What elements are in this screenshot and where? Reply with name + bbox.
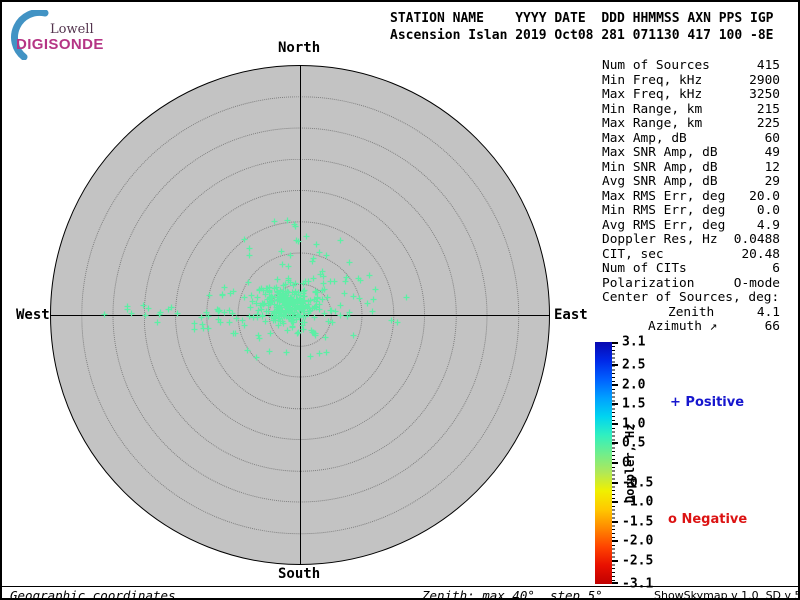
stat-label: CIT, sec — [602, 248, 741, 263]
stat-row: Max Freq, kHz3250 — [602, 88, 780, 103]
colorbar-tick — [612, 384, 618, 386]
stat-label: Avg RMS Err, deg — [602, 219, 757, 234]
stat-label: Max RMS Err, deg — [602, 190, 749, 205]
stat-row: Avg RMS Err, deg4.9 — [602, 219, 780, 234]
stats-panel: Num of Sources415Min Freq, kHz2900Max Fr… — [602, 59, 780, 335]
colorbar-tick-label: -2.0 — [622, 534, 653, 549]
stat-value: 4.1 — [757, 306, 780, 321]
colorbar-tick — [612, 462, 618, 464]
stat-row: Num of Sources415 — [602, 59, 780, 74]
colorbar-tick — [612, 442, 618, 444]
colorbar-tick — [612, 501, 618, 503]
stat-value: 2900 — [749, 74, 780, 89]
logo-digisonde-text: DIGISONDE — [16, 36, 104, 53]
stat-value: 29 — [765, 175, 780, 190]
logo-lowell-text: Lowell — [50, 22, 94, 37]
stat-row: Min RMS Err, deg0.0 — [602, 204, 780, 219]
stat-label: Avg SNR Amp, dB — [602, 175, 765, 190]
version-note: ShowSkymap v 1.0 SD v 5.1 — [654, 589, 800, 600]
source-scatter — [50, 65, 550, 565]
header-values-line: Ascension Islan 2019 Oct08 281 071130 41… — [390, 28, 774, 43]
stat-row: Min Range, km215 — [602, 103, 780, 118]
colorbar-tick-label: -2.5 — [622, 553, 653, 568]
stat-row: Max RMS Err, deg20.0 — [602, 190, 780, 205]
colorbar-tick — [612, 423, 618, 425]
colorbar-title: Doppler, Hz — [623, 406, 637, 520]
compass-south-label: South — [278, 566, 320, 582]
center-of-sources-header: Center of Sources, deg: — [602, 291, 780, 306]
stat-row: Azimuth ↗66 — [602, 320, 780, 335]
stat-row: Num of CITs6 — [602, 262, 780, 277]
stat-value: 225 — [757, 117, 780, 132]
stat-label: Max SNR Amp, dB — [602, 146, 765, 161]
skymap-window: Lowell DIGISONDE STATION NAME YYYY DATE … — [0, 0, 800, 600]
doppler-colorbar: 3.12.52.01.51.00.50-0.5-1.0-1.5-2.0-2.5-… — [595, 342, 612, 584]
stat-value: 0.0488 — [734, 233, 780, 248]
stats-rows: Num of Sources415Min Freq, kHz2900Max Fr… — [602, 59, 780, 291]
stat-value: 215 — [757, 103, 780, 118]
stat-value: 12 — [765, 161, 780, 176]
colorbar-tick-label: 2.0 — [622, 377, 645, 392]
stat-value: 3250 — [749, 88, 780, 103]
stat-value: 60 — [765, 132, 780, 147]
colorbar-tick — [612, 364, 618, 366]
stat-label: Polarization — [602, 277, 734, 292]
stat-value: 20.0 — [749, 190, 780, 205]
stat-value: O-mode — [734, 277, 780, 292]
colorbar-tick — [612, 482, 618, 484]
stat-row: Max Amp, dB60 — [602, 132, 780, 147]
source-markers — [102, 218, 410, 361]
stat-row: Doppler Res, Hz0.0488 — [602, 233, 780, 248]
legend-negative: o Negative — [668, 512, 747, 527]
stat-row: Min SNR Amp, dB12 — [602, 161, 780, 176]
skymap-plot — [50, 65, 550, 565]
center-of-sources-rows: Zenith4.1Azimuth ↗66 — [602, 306, 780, 335]
colorbar-tick — [612, 582, 618, 584]
stat-value: 6 — [772, 262, 780, 277]
stat-label: Max Freq, kHz — [602, 88, 749, 103]
footer-bar: Geographic coordinates Zenith: max 40° s… — [2, 586, 798, 600]
compass-north-label: North — [278, 40, 320, 56]
stat-row: Max Range, km225 — [602, 117, 780, 132]
stat-label: Azimuth ↗ — [602, 320, 765, 335]
colorbar-tick-label: 3.1 — [622, 335, 645, 350]
colorbar-tick — [612, 342, 618, 344]
colorbar-tick-label: 2.5 — [622, 358, 645, 373]
stat-value: 66 — [765, 320, 780, 335]
stat-label: Num of Sources — [602, 59, 757, 74]
stat-value: 4.9 — [757, 219, 780, 234]
colorbar-tick — [612, 560, 618, 562]
zenith-range-note: Zenith: max 40° step 5° — [422, 588, 603, 600]
stat-row: Min Freq, kHz2900 — [602, 74, 780, 89]
colorbar-tick — [612, 540, 618, 542]
stat-label: Min Freq, kHz — [602, 74, 749, 89]
colorbar-tick — [612, 521, 618, 523]
stat-row: Zenith4.1 — [602, 306, 780, 321]
compass-east-label: East — [554, 307, 588, 323]
stat-value: 0.0 — [757, 204, 780, 219]
compass-west-label: West — [16, 307, 50, 323]
lowell-digisonde-logo: Lowell DIGISONDE — [10, 8, 160, 54]
header-columns-line: STATION NAME YYYY DATE DDD HHMMSS AXN PP… — [390, 11, 774, 26]
stat-row: CIT, sec20.48 — [602, 248, 780, 263]
stat-label: Num of CITs — [602, 262, 772, 277]
stat-row: PolarizationO-mode — [602, 277, 780, 292]
station-header: STATION NAME YYYY DATE DDD HHMMSS AXN PP… — [390, 10, 774, 44]
stat-label: Min RMS Err, deg — [602, 204, 757, 219]
center-of-sources-label: Center of Sources, deg: — [602, 291, 780, 306]
stat-label: Doppler Res, Hz — [602, 233, 734, 248]
stat-value: 49 — [765, 146, 780, 161]
stat-label: Min SNR Amp, dB — [602, 161, 765, 176]
coordinates-note: Geographic coordinates — [10, 588, 176, 600]
stat-label: Min Range, km — [602, 103, 757, 118]
stat-label: Zenith — [602, 306, 757, 321]
stat-row: Max SNR Amp, dB49 — [602, 146, 780, 161]
stat-label: Max Range, km — [602, 117, 757, 132]
legend-positive: + Positive — [670, 395, 744, 410]
stat-value: 415 — [757, 59, 780, 74]
colorbar-tick — [612, 403, 618, 405]
stat-label: Max Amp, dB — [602, 132, 765, 147]
stat-value: 20.48 — [741, 248, 780, 263]
stat-row: Avg SNR Amp, dB29 — [602, 175, 780, 190]
